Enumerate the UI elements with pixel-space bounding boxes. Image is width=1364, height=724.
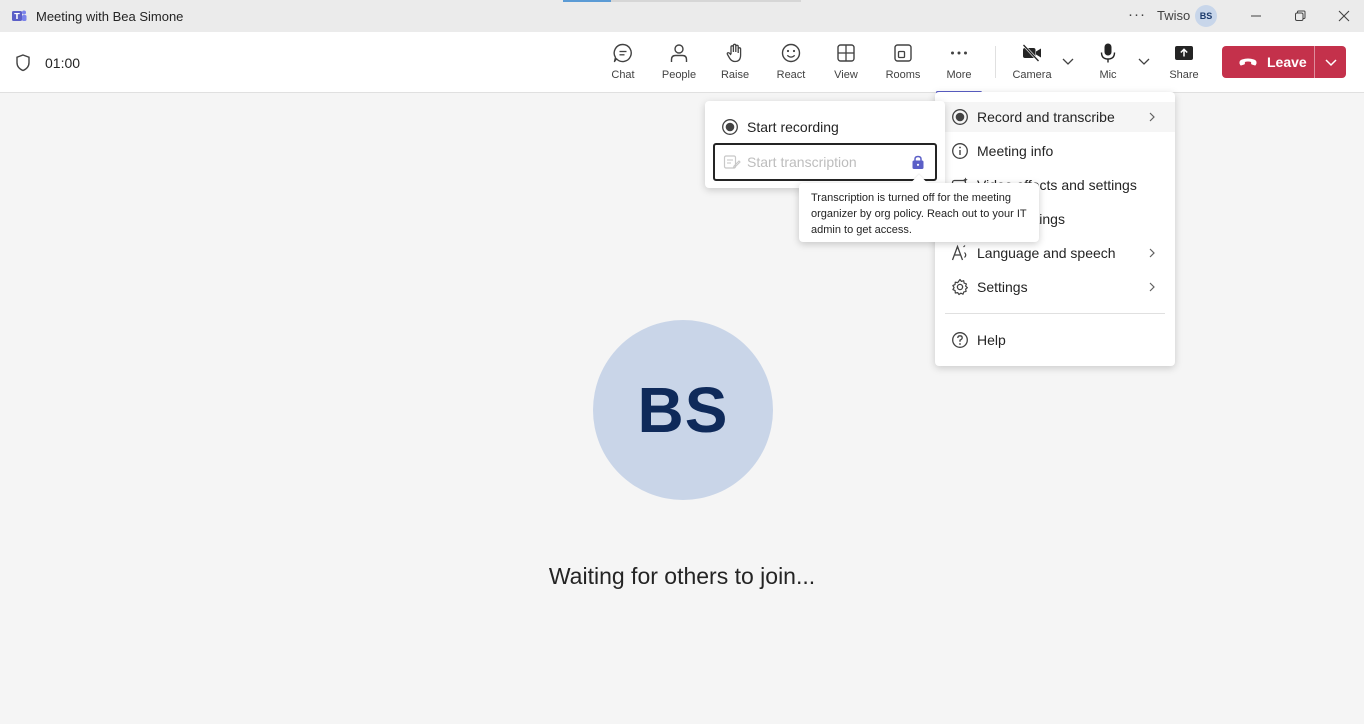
- title-accent-track: [611, 0, 801, 2]
- chat-label: Chat: [611, 69, 635, 81]
- transcript-icon: [723, 155, 741, 169]
- restore-icon: [1295, 10, 1306, 21]
- menu-item-meeting-info[interactable]: Meeting info: [935, 136, 1175, 166]
- rooms-icon: [894, 44, 912, 62]
- chevron-right-icon: [1149, 282, 1155, 292]
- chat-button[interactable]: Chat: [598, 42, 648, 86]
- title-bar: T Meeting with Bea Simone ··· Twiso BS: [0, 0, 1364, 32]
- menu-item-label: Language and speech: [977, 245, 1116, 261]
- camera-options-chevron-icon[interactable]: [1061, 54, 1075, 68]
- menu-item-label: Help: [977, 332, 1006, 348]
- view-button[interactable]: View: [821, 42, 871, 86]
- more-label: More: [946, 69, 972, 81]
- camera-off-icon: [1022, 44, 1041, 62]
- menu-divider: [945, 313, 1165, 314]
- mic-options-chevron-icon[interactable]: [1137, 54, 1151, 68]
- lock-icon: [912, 155, 924, 169]
- chevron-down-icon: [1324, 59, 1337, 67]
- start-transcription-button[interactable]: Start transcription: [713, 143, 937, 181]
- gear-icon: [952, 278, 968, 296]
- language-icon: [951, 244, 967, 261]
- leave-options-button[interactable]: [1315, 46, 1346, 78]
- leave-label: Leave: [1267, 54, 1307, 70]
- people-button[interactable]: People: [654, 42, 704, 86]
- raise-hand-button[interactable]: Raise: [710, 42, 760, 86]
- meeting-toolbar: 01:00 Chat People Raise React View Rooms…: [0, 32, 1364, 94]
- record-icon: [722, 119, 738, 135]
- chevron-right-icon: [1149, 248, 1155, 258]
- mic-label: Mic: [1099, 69, 1117, 81]
- camera-button[interactable]: Camera: [1007, 42, 1057, 86]
- title-accent-line: [563, 0, 611, 2]
- restore-button[interactable]: [1278, 0, 1322, 32]
- waiting-message: Waiting for others to join...: [548, 563, 816, 589]
- camera-label: Camera: [1012, 69, 1052, 81]
- menu-item-language-and-speech[interactable]: Language and speech: [935, 238, 1175, 268]
- leave-button[interactable]: Leave: [1222, 46, 1346, 78]
- microphone-icon: [1100, 43, 1116, 63]
- react-icon: [781, 43, 801, 63]
- react-label: React: [776, 69, 806, 81]
- close-button[interactable]: [1322, 0, 1364, 32]
- help-icon: [952, 332, 968, 348]
- people-icon: [670, 44, 688, 62]
- shield-icon[interactable]: [15, 54, 31, 72]
- chevron-right-icon: [1149, 112, 1155, 122]
- menu-item-label: Settings: [977, 279, 1028, 295]
- leave-main[interactable]: Leave: [1222, 46, 1314, 78]
- mic-button[interactable]: Mic: [1083, 42, 1133, 86]
- start-recording-button[interactable]: Start recording: [721, 118, 839, 136]
- share-icon: [1175, 46, 1193, 60]
- chat-icon: [613, 43, 632, 63]
- start-transcription-label: Start transcription: [747, 154, 857, 170]
- view-label: View: [834, 69, 858, 81]
- toolbar-separator: [995, 46, 996, 78]
- minimize-button[interactable]: [1234, 0, 1278, 32]
- menu-item-record-and-transcribe[interactable]: Record and transcribe: [935, 102, 1175, 132]
- record-icon: [952, 109, 968, 125]
- transcription-tooltip: Transcription is turned off for the meet…: [799, 174, 1039, 242]
- record-submenu: Start recording Start transcription: [705, 101, 945, 188]
- start-recording-label: Start recording: [747, 119, 839, 135]
- more-button[interactable]: More: [934, 42, 984, 94]
- hang-up-icon: [1239, 58, 1257, 66]
- menu-item-help[interactable]: Help: [935, 325, 1175, 355]
- teams-logo-icon: T: [12, 10, 27, 21]
- meeting-timer: 01:00: [45, 55, 81, 71]
- share-button[interactable]: Share: [1159, 42, 1209, 86]
- menu-item-label: Meeting info: [977, 143, 1054, 159]
- minimize-icon: [1251, 15, 1261, 17]
- more-dots-icon: [951, 51, 967, 55]
- rooms-button[interactable]: Rooms: [878, 42, 928, 86]
- menu-item-label: Record and transcribe: [977, 109, 1115, 125]
- people-label: People: [661, 69, 697, 81]
- info-icon: [952, 143, 968, 159]
- user-avatar[interactable]: BS: [1195, 5, 1217, 27]
- participant-avatar: BS: [593, 320, 773, 500]
- menu-item-settings[interactable]: Settings: [935, 272, 1175, 302]
- view-grid-icon: [837, 44, 855, 62]
- svg-text:T: T: [14, 12, 20, 21]
- raise-label: Raise: [720, 69, 750, 81]
- user-name: Twiso: [1157, 8, 1191, 23]
- share-label: Share: [1169, 69, 1199, 81]
- tooltip-text: Transcription is turned off for the meet…: [811, 192, 1027, 236]
- rooms-label: Rooms: [885, 69, 921, 81]
- react-button[interactable]: React: [766, 42, 816, 86]
- raise-hand-icon: [726, 43, 742, 63]
- title-more-button[interactable]: ···: [1128, 6, 1146, 23]
- window-title: Meeting with Bea Simone: [36, 9, 184, 24]
- close-icon: [1338, 10, 1350, 22]
